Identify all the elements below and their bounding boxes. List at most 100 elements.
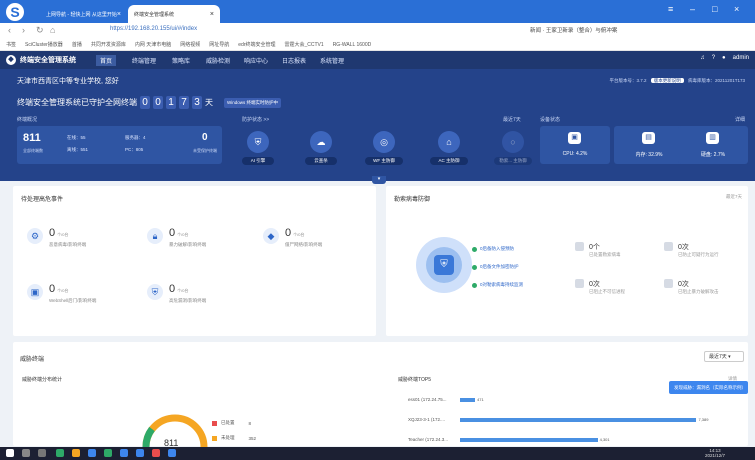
event-webshell[interactable]: ▣ 0 个/0台 WebShell后门/影响终端 (27, 284, 96, 304)
bookmark[interactable]: 雷霆大会_CCTV1 (285, 41, 324, 48)
bar[interactable] (460, 418, 697, 422)
cloud-icon[interactable]: ☁ (310, 131, 332, 153)
ai-engine-icon[interactable]: ⛨ (247, 131, 269, 153)
tab-label: 上网导航 - 轻快上网 从这里开始 (46, 11, 117, 18)
period-dropdown[interactable]: 最近7天 ▾ (704, 351, 744, 362)
event-virus[interactable]: ⚙ 0 个/0台 恶意病毒/影响终端 (27, 228, 86, 248)
guard-days: 终端安全管理系统已守护全网终端 0 0 1 7 3 天 Windows 终端实时… (17, 96, 282, 109)
forward-icon[interactable]: › (22, 25, 25, 35)
event-botnet[interactable]: ◆ 0 个/0台 僵尸网络/影响终端 (263, 228, 322, 248)
bar[interactable] (460, 398, 476, 402)
browser-logo-icon[interactable]: S (6, 3, 24, 21)
ransom-icon[interactable]: ○ (502, 131, 524, 153)
minimize-icon[interactable]: – (690, 4, 695, 14)
close-window-icon[interactable]: × (734, 4, 739, 14)
legend-item: 未处理 352 (212, 435, 256, 441)
username[interactable]: admin (733, 55, 749, 61)
news-ticker[interactable]: 新闻 · 王家卫新录（整合）与俯冲案 (530, 26, 617, 34)
app-icon[interactable] (120, 449, 128, 457)
threat-donut: 811 (142, 414, 208, 447)
windows-start-icon[interactable] (6, 449, 14, 457)
app-icon[interactable] (136, 449, 144, 457)
menu-logs[interactable]: 日志报表 (278, 55, 310, 66)
donut-segment-other (142, 426, 155, 447)
check-label: 0后备文件加密防护 (480, 264, 519, 269)
bookmark[interactable]: 内网 天津市电脑 (135, 41, 171, 48)
menu-icon[interactable]: ≡ (668, 4, 673, 14)
fact-label: 已处置勒索病毒 (589, 252, 621, 257)
unprotected-count: 0 (202, 132, 208, 143)
event-vuln[interactable]: ⛨ 0 个/0台 高危漏洞/影响终端 (147, 284, 206, 304)
cpu-usage: CPU: 4.2% (562, 151, 588, 157)
menu-home[interactable]: 首页 (96, 55, 117, 66)
bookmark[interactable]: 共同开发资源库 (91, 41, 126, 48)
event-label: 僵尸网络/影响终端 (285, 242, 323, 247)
panel-more[interactable]: 最近7天 (726, 194, 742, 200)
browser-icon[interactable] (88, 449, 96, 457)
house-icon[interactable]: ⌂ (438, 131, 460, 153)
menu-response[interactable]: 响应中心 (240, 55, 272, 66)
folder-icon[interactable] (72, 449, 80, 457)
ai-engine-status: AI 引擎 (242, 157, 274, 165)
refresh-icon[interactable]: ↻ (36, 25, 44, 36)
taskview-icon[interactable] (38, 449, 46, 457)
wf-status: WF 主防御 (365, 157, 403, 165)
browser-tab-active[interactable]: 终端安全管理系统 × (128, 5, 220, 23)
avatar[interactable]: ● (722, 55, 726, 61)
virus-icon (575, 242, 584, 251)
online-count: 在线：55 (67, 135, 86, 140)
panel-title: 威胁终端 (20, 357, 45, 363)
bookmark[interactable]: SciCluster播放器 (25, 41, 63, 48)
ac-status: AC 主防御 (430, 157, 468, 165)
app-icon[interactable] (168, 449, 176, 457)
bell-icon[interactable]: ♫ (700, 55, 705, 61)
app-icon[interactable] (56, 449, 64, 457)
period-select[interactable]: 最近7天 (503, 116, 521, 123)
protection-label[interactable]: 防护状态 >> (242, 116, 269, 123)
bar-value: 7,389 (698, 417, 709, 422)
url-input[interactable]: https://192.168.20.155/ui/#/index (110, 26, 197, 32)
terminal-overview-card[interactable]: 811 全部终端数 在线：55 离线：551 服务器：4 PC：805 0 未受… (17, 126, 222, 164)
app-icon[interactable] (152, 449, 160, 457)
legend-label: 已处置 (221, 420, 235, 425)
bookmark[interactable]: 网址导航 (209, 41, 229, 48)
version-notes-button[interactable]: 版本更新说明 (650, 78, 684, 83)
ransom-fact: 0次 已阻止不可信进程 (575, 279, 625, 295)
fact-label: 已阻止不可信进程 (589, 289, 625, 294)
bookmark[interactable]: RG-WALL 1600D (333, 42, 372, 48)
details-link[interactable]: 详细 (735, 116, 745, 123)
bar[interactable] (460, 438, 598, 442)
bookmark[interactable]: 首播 (72, 41, 82, 48)
threat-tooltip[interactable]: 发现威胁：漏洞名（实际名称示例） (669, 381, 748, 394)
bookmark[interactable]: 网络视频 (180, 41, 200, 48)
total-terminals-label: 全部终端数 (23, 148, 43, 153)
menu-policy[interactable]: 策略库 (168, 55, 194, 66)
menu-terminal[interactable]: 终端管理 (128, 55, 160, 66)
back-icon[interactable]: ‹ (8, 25, 11, 35)
search-icon[interactable] (22, 449, 30, 457)
menu-system[interactable]: 系统管理 (316, 55, 348, 66)
browser-tab[interactable]: 上网导航 - 轻快上网 从这里开始 × (40, 5, 126, 23)
collapse-toggle-icon[interactable]: ▾ (372, 176, 386, 184)
fact-value: 0次 (589, 281, 600, 288)
close-icon[interactable]: × (117, 11, 121, 18)
bookmark[interactable]: 书签 (6, 41, 16, 48)
home-icon[interactable]: ⌂ (50, 25, 55, 35)
maximize-icon[interactable]: □ (712, 4, 717, 14)
clock[interactable]: 14:13 2021/12/7 (705, 448, 725, 458)
event-bruteforce[interactable]: 🔒︎ 0 个/0台 暴力破解/影响终端 (147, 228, 206, 248)
guard-digit: 0 (153, 96, 163, 109)
wechat-icon[interactable] (104, 449, 112, 457)
legend-label: 未处理 (221, 435, 235, 440)
target-icon[interactable]: ◎ (373, 131, 395, 153)
memory-usage: 内存: 32.9% (635, 152, 663, 158)
close-icon[interactable]: × (210, 11, 214, 18)
browser-tab-strip: S 上网导航 - 轻快上网 从这里开始 × 终端安全管理系统 × ≡ – □ × (0, 0, 755, 23)
menu-threat[interactable]: 威胁检测 (202, 55, 234, 66)
platform-version: 平台版本号：3.7.2 (609, 78, 647, 83)
welcome-text: 天津市西青区中等专业学校, 您好 (17, 78, 119, 85)
help-icon[interactable]: ? (712, 55, 715, 61)
windows-badge: Windows 终端实时防护中 (224, 97, 282, 108)
disk-icon: ▥ (706, 132, 719, 144)
bookmark[interactable]: edr终端安全管理 (238, 41, 275, 48)
